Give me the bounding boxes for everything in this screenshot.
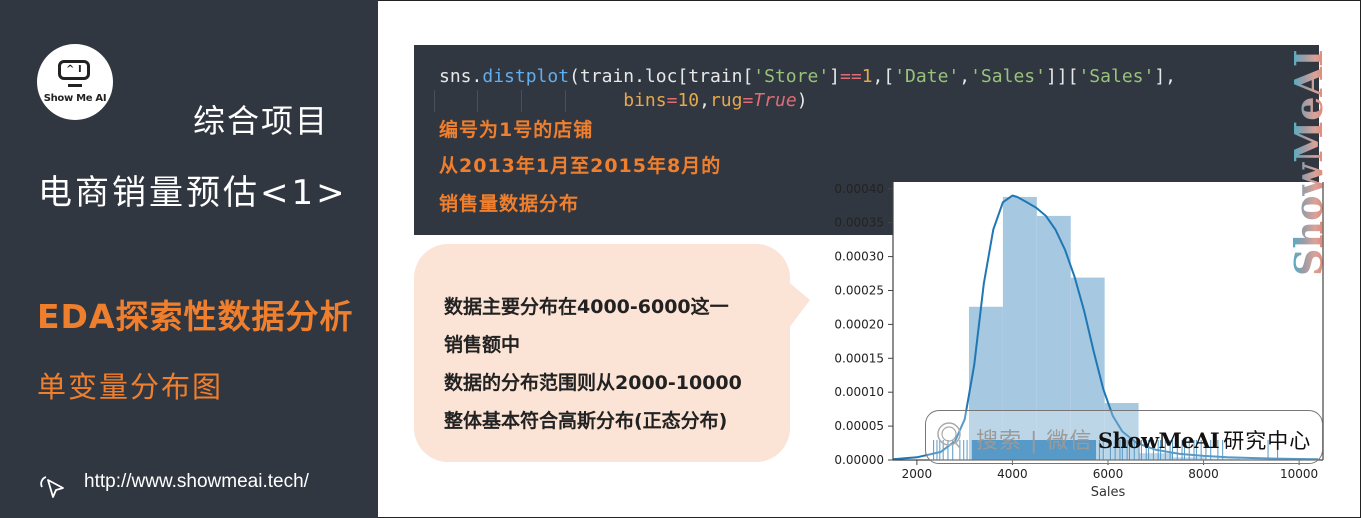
vertical-watermark: ShowMeAI: [1290, 49, 1330, 276]
search-icon: [937, 422, 961, 449]
y-tick-label: 0.00040: [834, 182, 884, 196]
code-token-function: distplot: [482, 66, 570, 87]
x-tick-label: 2000: [902, 467, 933, 481]
code-token: sns: [439, 66, 472, 87]
x-tick-label: 6000: [1093, 467, 1124, 481]
robot-stand: [68, 84, 82, 87]
logo-text: Show Me AI: [43, 93, 107, 104]
callout-line: 销售额中: [444, 334, 521, 356]
code-note-2: 从2013年1月至2015年8月的: [439, 155, 722, 177]
code-token-number: 1: [861, 66, 873, 87]
code-token: ]: [829, 66, 840, 87]
x-tick-label: 10000: [1280, 467, 1318, 481]
cursor-click-icon: [40, 476, 64, 498]
code-token-arg: rug: [709, 90, 743, 111]
y-tick-label: 0.00015: [834, 351, 884, 365]
x-axis-label: Sales: [1091, 485, 1126, 500]
code-token: ,[: [872, 66, 895, 87]
robot-screen-icon: ^ I: [58, 60, 90, 80]
showmeai-logo: ^ I Show Me AI: [37, 44, 113, 120]
indent-guides: [434, 90, 574, 112]
code-token: ,: [699, 90, 710, 111]
y-tick-label: 0.00000: [834, 453, 884, 467]
logo-glyph-bar: I: [78, 64, 82, 75]
code-token: ,: [959, 66, 971, 87]
x-tick-label: 4000: [997, 467, 1028, 481]
callout-line: 数据的分布范围则从2000-10000: [444, 372, 742, 394]
code-token: .: [471, 66, 483, 87]
watermark-brand: ShowMeAI 研究中心: [1098, 425, 1311, 455]
logo-glyph: ^: [66, 64, 75, 75]
sidebar: ^ I Show Me AI 综合项目 电商销量预估<1> EDA探索性数据分析 …: [0, 0, 378, 518]
code-token: (train.loc[train[: [569, 66, 754, 87]
callout-line: 整体基本符合高斯分布(正态分布): [444, 410, 728, 432]
y-tick-label: 0.00035: [834, 216, 884, 230]
callout-bubble: 数据主要分布在4000-6000这一 销售额中 数据的分布范围则从2000-10…: [414, 244, 790, 462]
y-tick-label: 0.00030: [834, 250, 884, 264]
y-tick-label: 0.00020: [834, 317, 884, 331]
code-token-arg: bins: [623, 90, 667, 111]
project-type-title: 综合项目: [193, 102, 330, 140]
code-token-operator: ==: [840, 66, 862, 87]
y-tick-label: 0.00010: [834, 385, 884, 399]
callout-line: 数据主要分布在4000-6000这一: [444, 296, 729, 318]
code-token-number: 10: [677, 90, 700, 111]
code-token-string: 'Sales': [1078, 66, 1155, 87]
watermark-brand-suffix: 研究中心: [1223, 429, 1312, 453]
vertical-watermark-text: ShowMeAI: [1290, 49, 1330, 276]
code-token: ): [796, 90, 808, 111]
y-tick-label: 0.00005: [834, 419, 884, 433]
section-title: EDA探索性数据分析: [37, 297, 354, 336]
code-token-keyword: True: [753, 90, 797, 111]
code-note-1: 编号为1号的店铺: [439, 119, 594, 141]
code-token-string: 'Date': [894, 66, 960, 87]
x-tick-label: 8000: [1188, 467, 1219, 481]
code-token-operator: =: [742, 90, 754, 111]
watermark-search-box: 搜索 | 微信 ShowMeAI 研究中心: [925, 410, 1323, 464]
website-link[interactable]: http://www.showmeai.tech/: [84, 471, 309, 493]
watermark-search-label: 搜索 | 微信: [976, 429, 1093, 454]
callout-text: 数据主要分布在4000-6000这一 销售额中 数据的分布范围则从2000-10…: [444, 288, 742, 440]
watermark-brand-name: ShowMeAI: [1098, 428, 1220, 453]
project-title: 电商销量预估<1>: [38, 173, 348, 213]
code-token: ],: [1154, 66, 1177, 87]
subsection-title: 单变量分布图: [37, 370, 224, 404]
code-token-operator: =: [666, 90, 678, 111]
code-token: ]][: [1045, 66, 1079, 87]
code-note-3: 销售量数据分布: [439, 193, 580, 215]
code-token-string: 'Sales': [970, 66, 1046, 87]
y-tick-label: 0.00025: [834, 283, 884, 297]
code-token-string: 'Store': [753, 66, 830, 87]
